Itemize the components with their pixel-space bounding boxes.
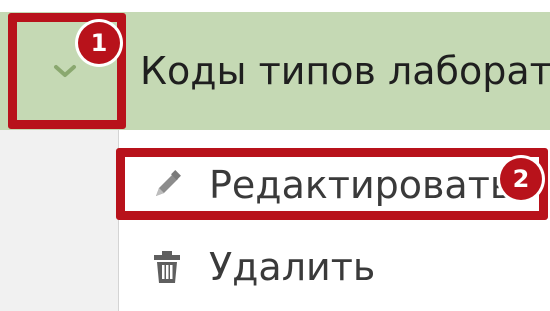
annotation-badge-2: 2 — [500, 158, 542, 200]
menu-item-delete[interactable]: Удалить — [119, 226, 550, 308]
trash-icon — [147, 247, 187, 287]
annotation-badge-1: 1 — [78, 22, 120, 64]
row-title: Коды типов лаборат — [140, 49, 550, 93]
menu-item-delete-label: Удалить — [209, 245, 376, 289]
left-gutter — [0, 130, 118, 311]
highlight-box-2 — [116, 148, 548, 220]
